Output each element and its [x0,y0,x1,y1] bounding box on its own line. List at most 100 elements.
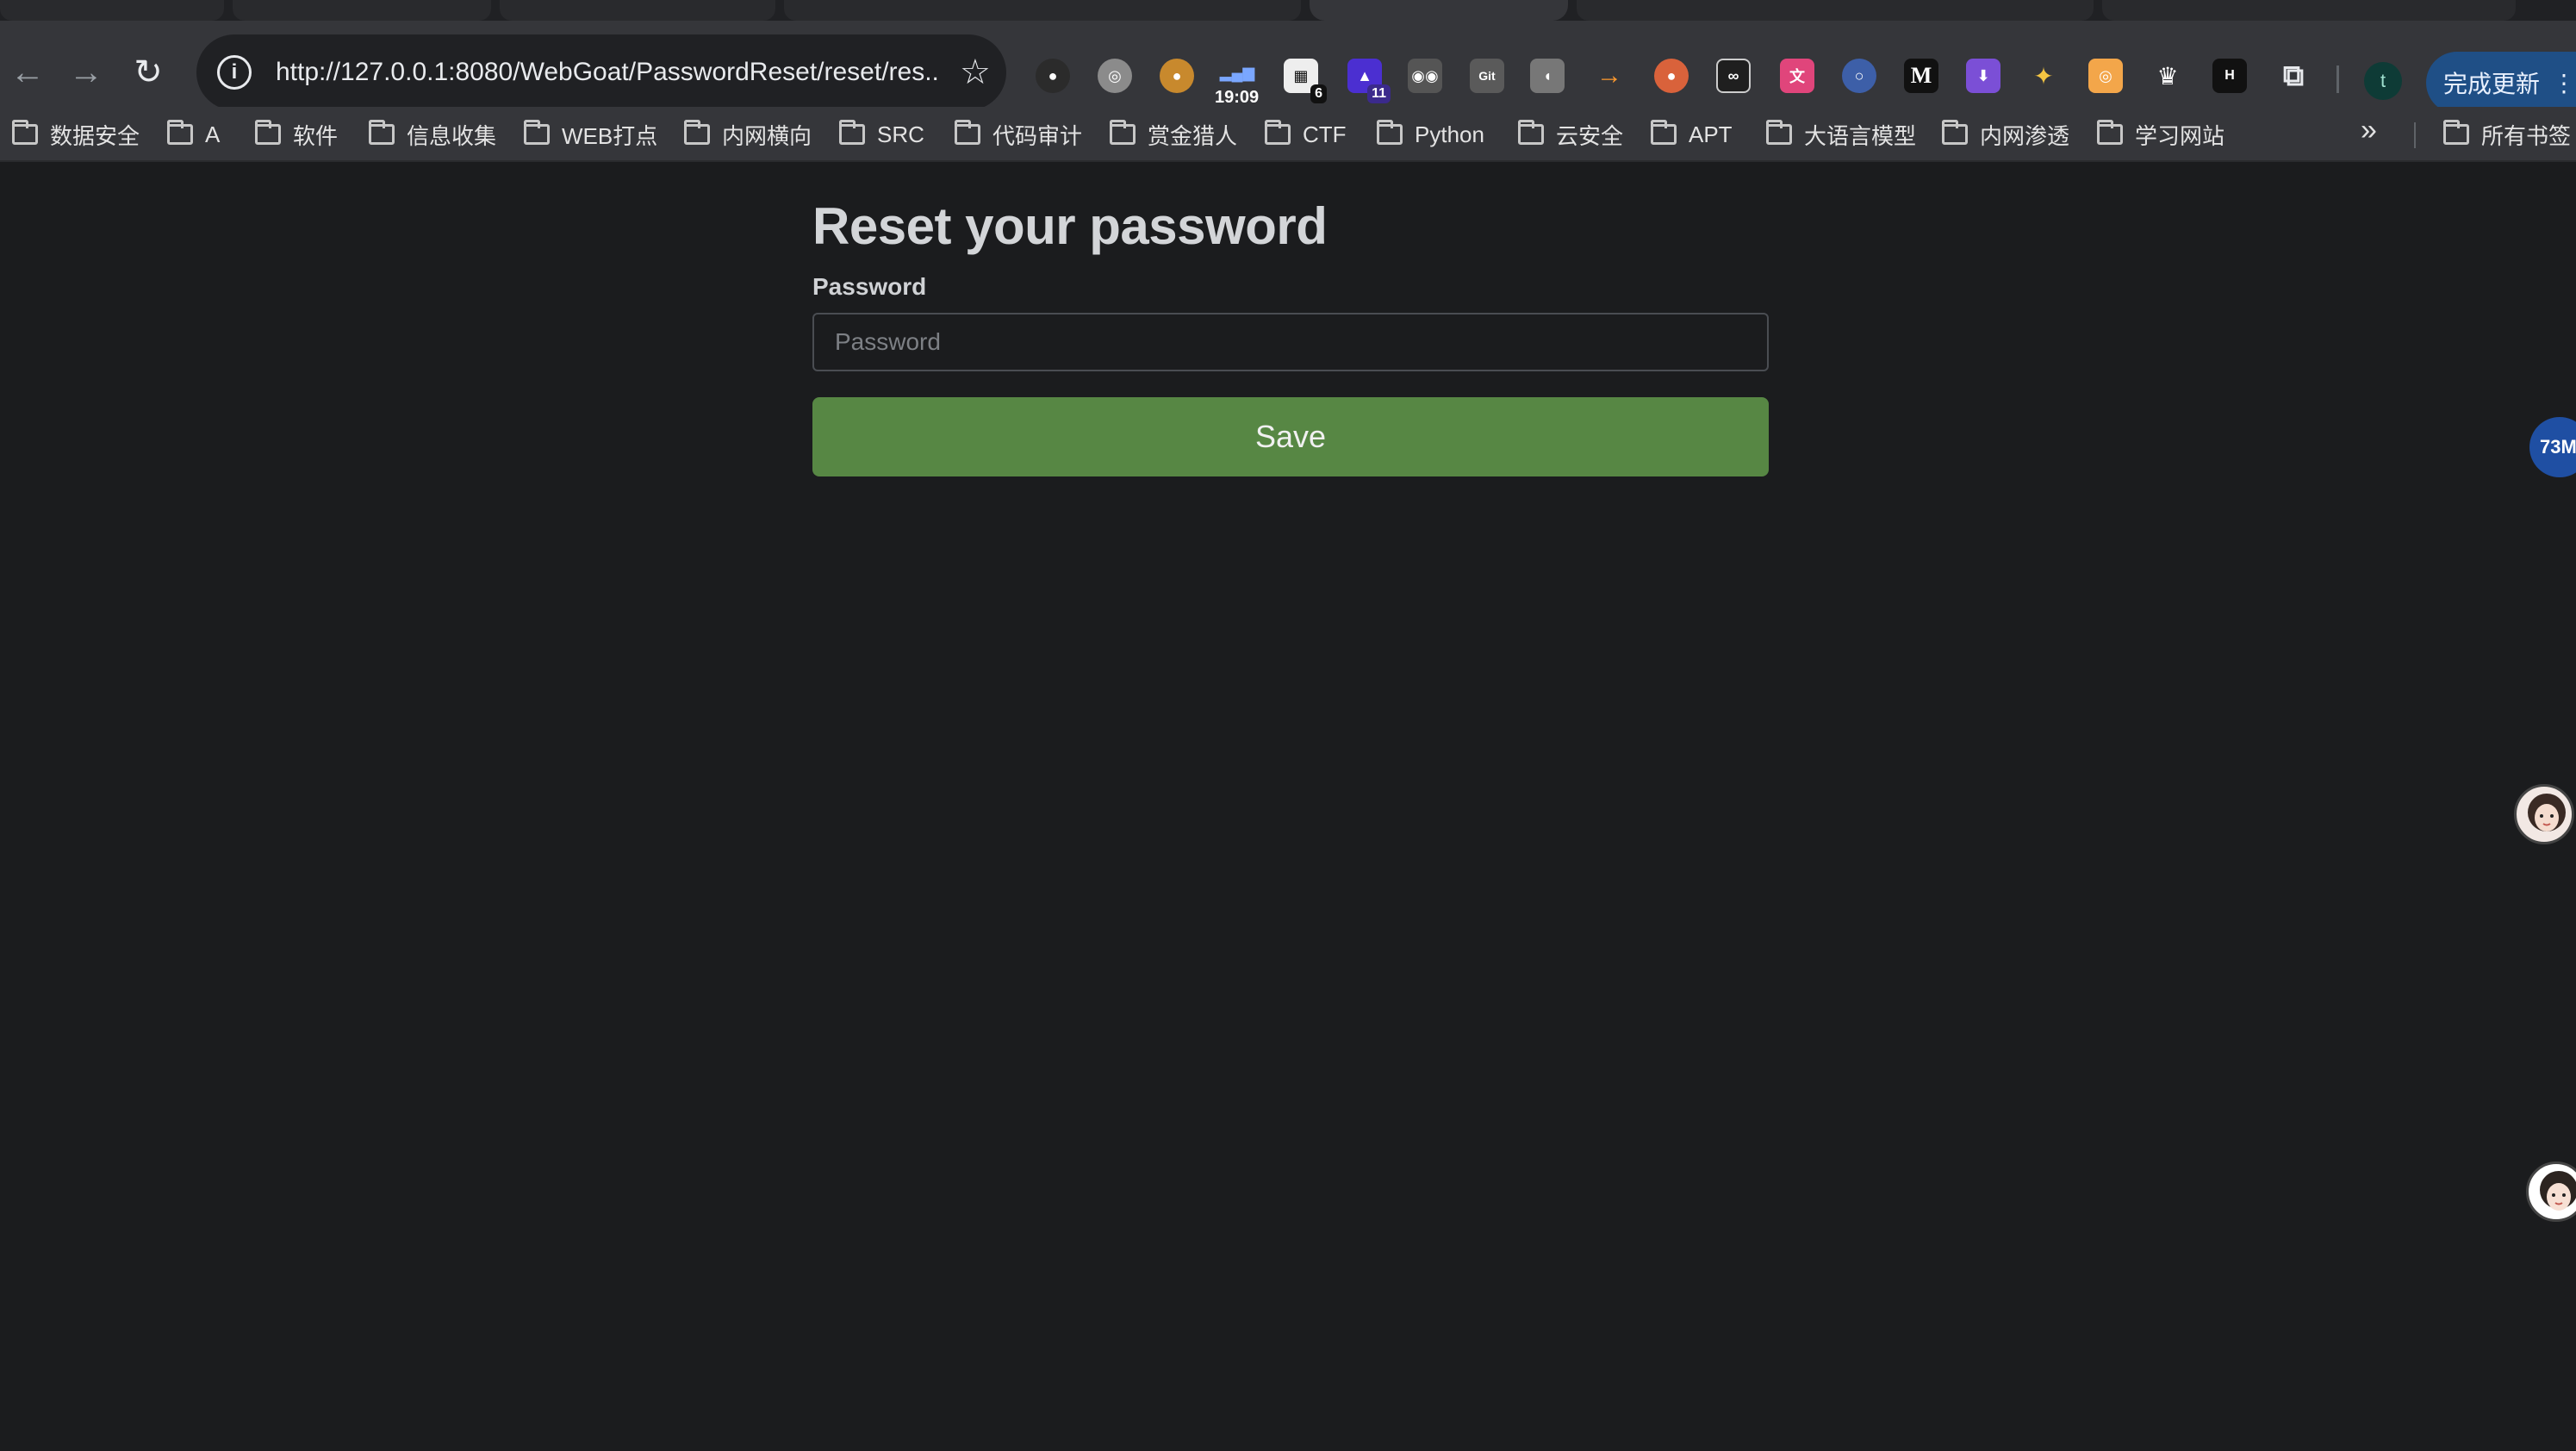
bookmark-folder[interactable]: 内网渗透 [1942,107,2069,162]
extension-mask-icon[interactable]: ● [1036,59,1070,93]
extension-translate-icon[interactable]: 文 [1780,59,1814,93]
floating-memory-badge[interactable]: 73M [2529,417,2576,477]
extension-qr-icon[interactable]: ▦ 6 [1284,59,1327,103]
bookmark-folder[interactable]: 数据安全 [12,107,140,162]
reload-button[interactable]: ↻ [121,45,176,100]
bookmark-folder[interactable]: 软件 [255,107,338,162]
bookmarks-overflow-icon[interactable]: » [2361,114,2377,147]
page-title: Reset your password [812,197,1328,255]
all-bookmarks-folder[interactable]: 所有书签 [2443,107,2571,162]
profile-avatar[interactable]: t [2364,62,2402,100]
bookmark-folder[interactable]: CTF [1265,107,1347,162]
bookmark-folder[interactable]: Python [1377,107,1484,162]
bookmark-label: 内网横向 [722,122,812,149]
extension-medium-icon[interactable]: M [1904,59,1938,93]
bookmark-label: 大语言模型 [1804,122,1917,149]
bookmark-folder[interactable]: 赏金猎人 [1110,107,1237,162]
tab-active[interactable] [1310,0,1568,21]
folder-icon [955,120,980,145]
forward-button[interactable]: → [59,45,114,100]
bookmark-folder[interactable]: 大语言模型 [1766,107,1916,162]
extension-cookie-icon[interactable]: ● [1160,59,1194,93]
extension-globe-icon[interactable]: ◎ [1098,59,1132,93]
bookmark-label: 内网渗透 [1980,122,2070,149]
floating-assistant-avatar[interactable] [2514,784,2574,844]
bookmark-label: 学习网站 [2135,122,2225,149]
tab-1[interactable] [0,0,224,21]
extension-shield-icon[interactable]: ⬇ [1966,59,2000,93]
extension-gitzip-icon[interactable]: Git [1470,59,1504,93]
all-bookmarks-label: 所有书签 [2481,122,2572,149]
bookmark-label: 代码审计 [992,122,1083,149]
bookmark-star-icon[interactable]: ☆ [960,53,991,92]
folder-icon [1518,120,1544,145]
extension-gift-icon[interactable]: ♛ [2150,59,2185,93]
toolbar-divider [2336,65,2339,93]
menu-dots-icon[interactable]: ⋮ [2552,69,2576,97]
tab-6[interactable] [2102,0,2516,21]
girl-avatar-icon [2528,794,2566,831]
save-button[interactable]: Save [812,397,1769,476]
arrow-right-icon: → [69,53,103,91]
arrow-left-icon: ← [10,53,45,91]
tab-2[interactable] [233,0,491,21]
extension-badge-11: 11 [1367,84,1391,103]
bookmark-label: 云安全 [1556,122,1624,149]
extension-wand-icon[interactable]: ✦ [2026,59,2061,93]
extension-arrow-icon[interactable]: → [1592,59,1627,93]
address-bar[interactable]: i http://127.0.0.1:8080/WebGoat/Password… [196,34,1006,110]
extension-badge-6: 6 [1310,84,1327,103]
bookmark-folder[interactable]: 云安全 [1518,107,1623,162]
bookmark-label: 数据安全 [50,122,140,149]
bookmark-folder[interactable]: 代码审计 [955,107,1082,162]
extension-camera-icon[interactable]: ◎ [2088,59,2123,93]
url-text[interactable]: http://127.0.0.1:8080/WebGoat/PasswordRe… [276,58,939,87]
bookmarks-divider [2414,122,2416,148]
update-button[interactable]: 完成更新 ⋮ [2426,52,2576,114]
bookmark-folder[interactable]: SRC [839,107,924,162]
extension-ring-icon[interactable]: ○ [1842,59,1876,93]
girl-avatar-icon [2540,1171,2576,1211]
password-label: Password [812,273,927,300]
reset-password-form: Reset your password Password Save [812,196,1769,476]
bookmark-folder[interactable]: 信息收集 [369,107,496,162]
bookmark-label: Python [1415,121,1484,147]
back-button[interactable]: ← [0,45,55,100]
password-input[interactable] [812,313,1769,371]
folder-icon [1766,120,1792,145]
bookmark-label: CTF [1303,121,1347,147]
extension-hat-icon[interactable]: ▲ 11 [1347,59,1391,103]
bookmark-folder[interactable]: A [167,107,220,162]
bookmarks-bar: 数据安全 A 软件 信息收集 WEB打点 内网横向 SRC 代码审计 赏金猎人 … [0,107,2576,162]
extension-time-label: 19:09 [1215,88,1260,107]
bookmark-folder[interactable]: APT [1651,107,1733,162]
bookmark-label: 信息收集 [407,122,497,149]
tab-4[interactable] [784,0,1301,21]
folder-icon [255,120,281,145]
page-content: Reset your password Password Save 73M [0,162,2576,1451]
site-info-icon[interactable]: i [217,55,252,90]
bookmark-folder[interactable]: 学习网站 [2097,107,2224,162]
floating-assistant-avatar-2[interactable] [2526,1161,2576,1222]
bookmark-label: APT [1689,121,1733,147]
update-label: 完成更新 [2443,71,2541,97]
extension-js-icon[interactable]: ◖ [1530,59,1565,93]
bookmark-folder[interactable]: WEB打点 [524,107,657,162]
folder-icon [1651,120,1677,145]
tab-3[interactable] [500,0,775,21]
bookmark-label: A [205,121,221,147]
folder-icon [12,120,38,145]
bookmark-folder[interactable]: 内网横向 [684,107,812,162]
bookmark-label: 赏金猎人 [1148,122,1238,149]
tab-5[interactable] [1577,0,2094,21]
extensions-puzzle-icon[interactable]: ⧉ [2276,59,2311,93]
folder-icon [684,120,710,145]
extension-chart-icon[interactable]: ▂▄▆ [1220,55,1254,90]
extension-goggles-icon[interactable]: ∞ [1716,59,1751,93]
folder-icon [167,120,193,145]
extension-glasses-icon[interactable]: ◉◉ [1408,59,1442,93]
folder-icon [839,120,865,145]
folder-icon [1110,120,1136,145]
extension-h-icon[interactable]: H [2212,59,2247,93]
extension-record-icon[interactable]: ● [1654,59,1689,93]
